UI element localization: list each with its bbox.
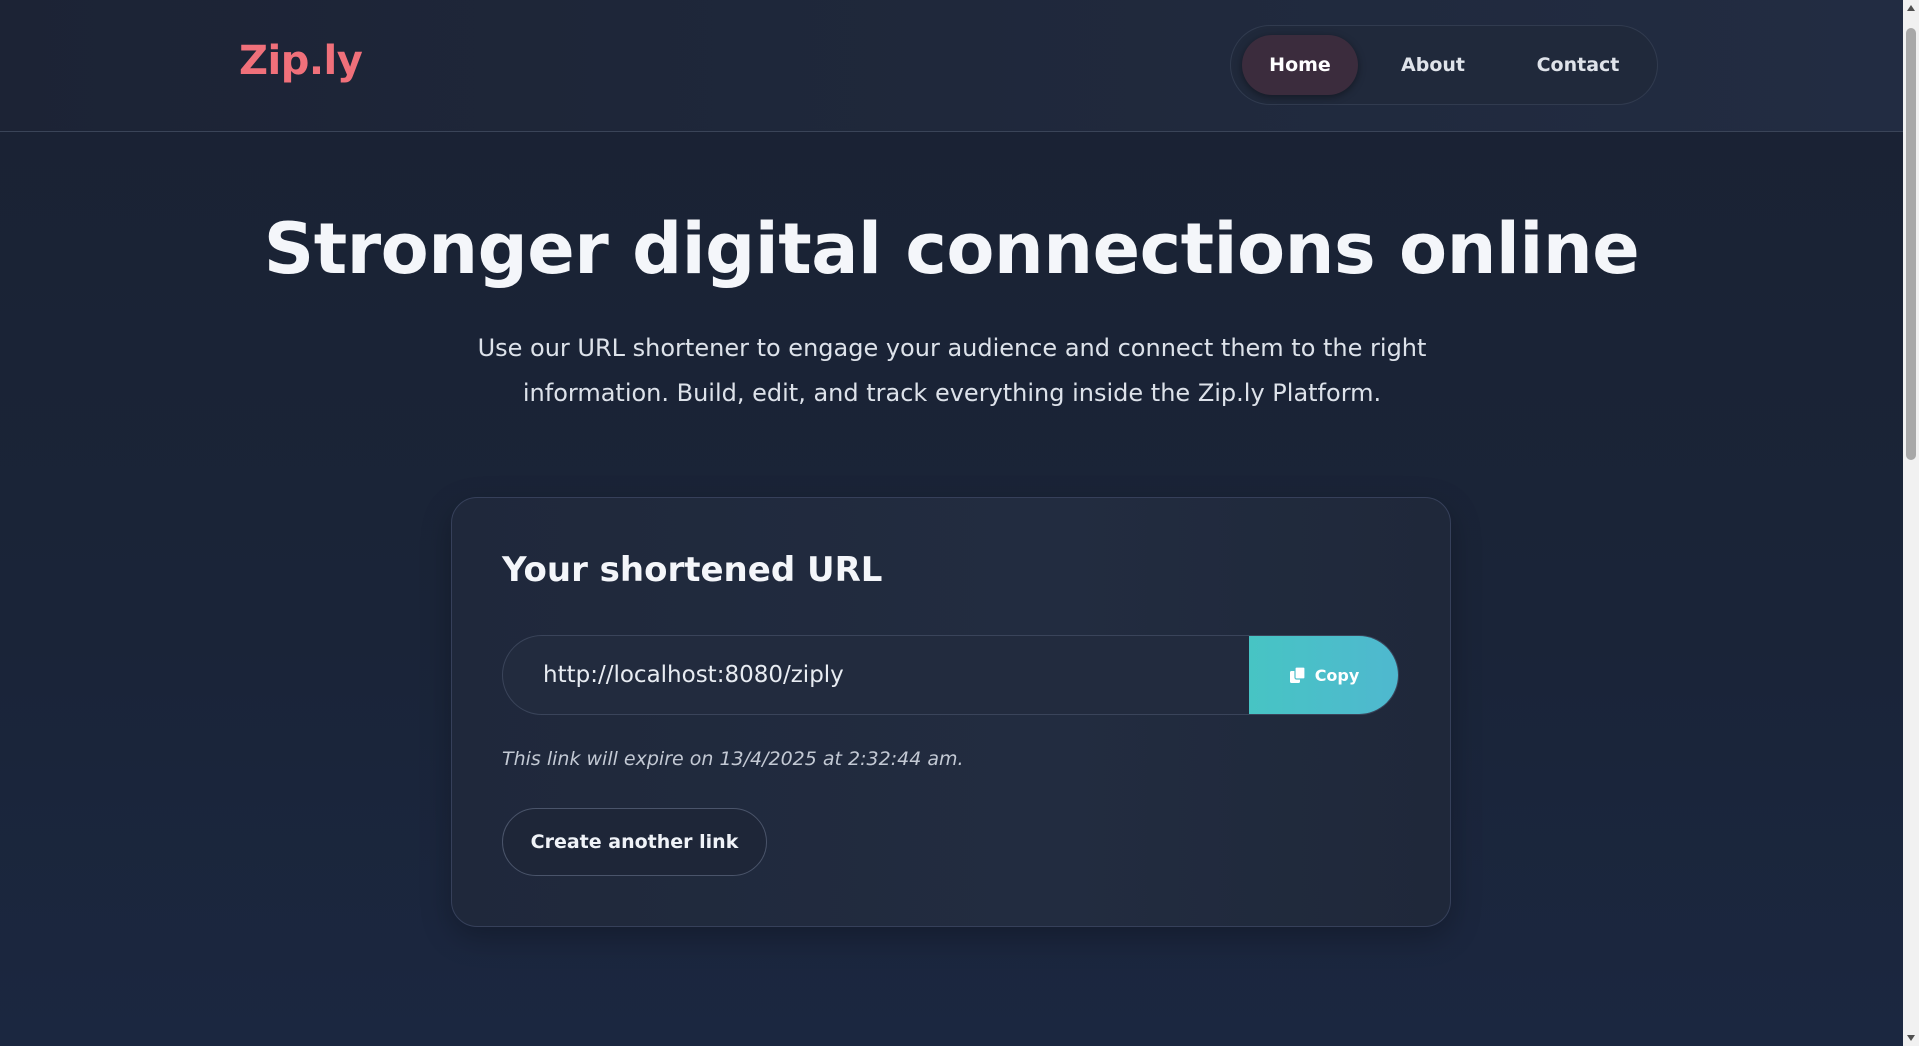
create-another-link-button[interactable]: Create another link <box>502 808 767 876</box>
hero-title: Stronger digital connections online <box>263 208 1640 290</box>
copy-button-label: Copy <box>1314 665 1360 685</box>
card-title: Your shortened URL <box>502 550 883 590</box>
short-url-field[interactable] <box>503 636 1251 714</box>
main-nav: Home About Contact <box>1230 25 1658 105</box>
site-header: Zip.ly Home About Contact <box>0 0 1903 132</box>
nav-item-about[interactable]: About <box>1383 35 1483 95</box>
vertical-scrollbar[interactable] <box>1903 0 1919 1046</box>
copy-icon <box>1289 666 1306 683</box>
logo[interactable]: Zip.ly <box>239 38 363 84</box>
scroll-up-arrow-icon[interactable] <box>1903 0 1919 16</box>
expiry-notice: This link will expire on 13/4/2025 at 2:… <box>502 748 964 770</box>
hero-subtitle: Use our URL shortener to engage your aud… <box>477 334 1427 407</box>
nav-item-contact[interactable]: Contact <box>1519 35 1637 95</box>
url-field-group: Copy <box>502 635 1399 715</box>
copy-button[interactable]: Copy <box>1249 636 1398 714</box>
page: Zip.ly Home About Contact Stronger digit… <box>0 0 1903 1046</box>
shortened-url-card: Your shortened URL Copy This link will e… <box>451 497 1451 927</box>
nav-item-home[interactable]: Home <box>1242 35 1358 95</box>
scroll-down-arrow-icon[interactable] <box>1903 1030 1919 1046</box>
scrollbar-thumb[interactable] <box>1906 28 1916 460</box>
